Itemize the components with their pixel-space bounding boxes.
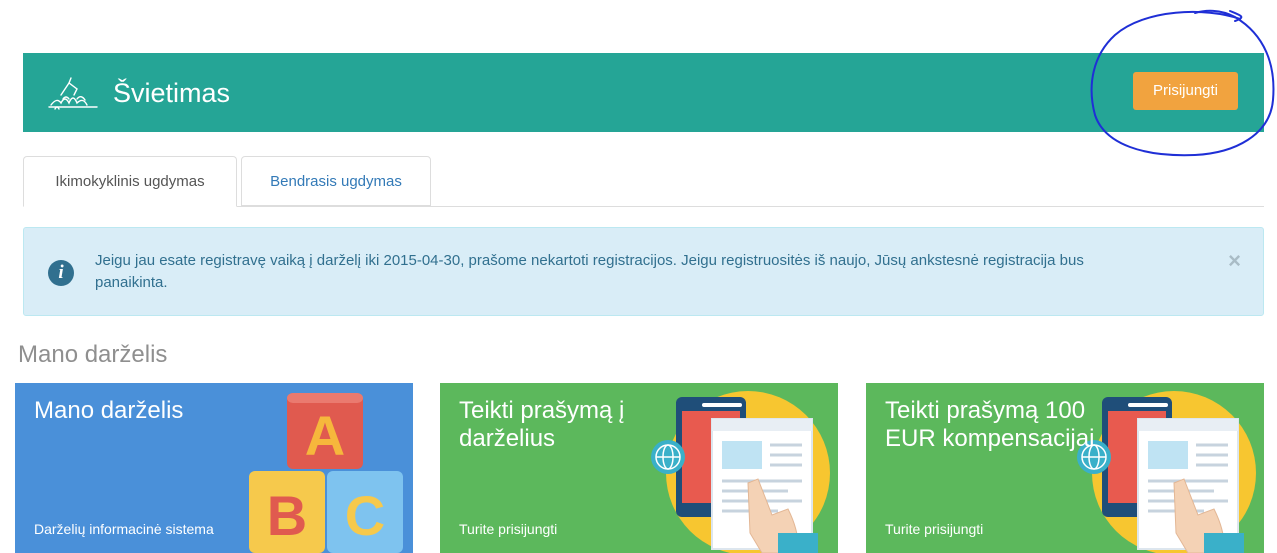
- card-teikti-prasyma-kompensacijai[interactable]: Teikti prašymą 100 EUR kompensacijai Tur…: [866, 383, 1264, 553]
- abc-blocks-icon: A B C: [249, 393, 403, 553]
- section-title: Mano darželis: [18, 341, 168, 368]
- login-button[interactable]: Prisijungti: [1133, 72, 1238, 110]
- site-header: Švietimas Prisijungti: [23, 53, 1264, 132]
- svg-text:C: C: [345, 484, 385, 547]
- card-teikti-prasyma-darzeliai[interactable]: Teikti prašymą į darželius Turite prisij…: [440, 383, 838, 553]
- card-subtitle: Darželių informacinė sistema: [34, 521, 214, 537]
- svg-text:A: A: [305, 404, 345, 467]
- card-mano-darzelis[interactable]: Mano darželis Darželių informacinė siste…: [15, 383, 413, 553]
- card-title: Teikti prašymą 100 EUR kompensacijai: [885, 397, 1095, 452]
- card-title: Mano darželis: [34, 397, 184, 424]
- card-title: Teikti prašymą į darželius: [459, 397, 625, 452]
- close-icon[interactable]: ×: [1228, 248, 1241, 274]
- brand-title[interactable]: Švietimas: [113, 77, 230, 109]
- alert-message: Jeigu jau esate registravę vaiką į darže…: [95, 252, 1084, 291]
- tab-ikimokyklinis[interactable]: Ikimokyklinis ugdymas: [23, 156, 237, 207]
- card-subtitle: Turite prisijungti: [459, 521, 558, 537]
- tab-bar: Ikimokyklinis ugdymas Bendrasis ugdymas: [23, 154, 1264, 207]
- card-subtitle: Turite prisijungti: [885, 521, 984, 537]
- svg-text:B: B: [267, 484, 307, 547]
- logo-icon[interactable]: [47, 75, 99, 111]
- info-icon: i: [48, 260, 74, 286]
- info-alert: i Jeigu jau esate registravę vaiką į dar…: [23, 227, 1264, 316]
- tab-bendrasis[interactable]: Bendrasis ugdymas: [241, 156, 431, 206]
